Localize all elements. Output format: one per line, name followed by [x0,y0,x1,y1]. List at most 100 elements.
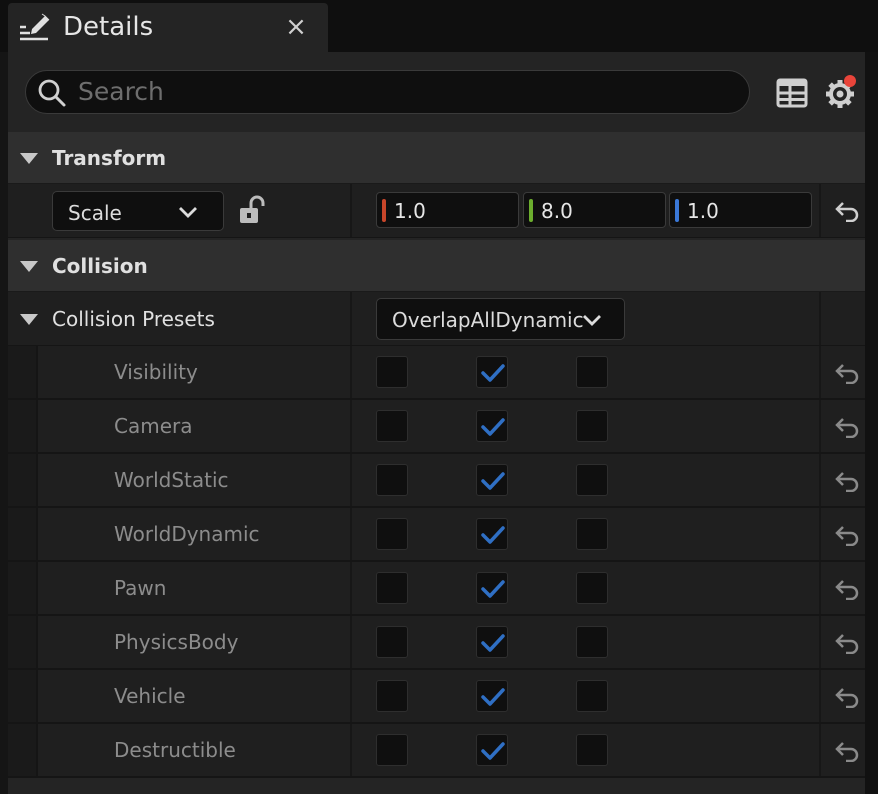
column-divider [819,508,821,560]
channel-label: Vehicle [114,684,186,708]
response-checkbox-ignore[interactable] [376,734,408,766]
checkmark-icon [481,634,505,652]
channel-label: PhysicsBody [114,630,239,654]
chevron-down-icon [583,315,601,326]
column-divider [350,508,352,560]
response-checkbox-ignore[interactable] [376,464,408,496]
indent-bar [8,670,38,722]
collapse-arrow-icon[interactable] [20,261,38,272]
column-divider [350,400,352,452]
indent-bar [8,346,38,398]
collision-presets-row: Collision Presets OverlapAllDynamic [8,292,865,346]
response-checkbox-overlap[interactable] [476,356,508,388]
response-checkbox-block[interactable] [576,680,608,712]
collision-presets-dropdown[interactable]: OverlapAllDynamic [376,298,625,340]
response-checkbox-ignore[interactable] [376,680,408,712]
search-icon [38,79,66,107]
reset-to-default-icon[interactable] [834,740,860,762]
response-checkbox-overlap[interactable] [476,626,508,658]
details-panel: Search Transform Scale 1.0 8.0 1.0 Colli… [8,52,865,794]
response-checkbox-ignore[interactable] [376,356,408,388]
checkmark-icon [481,526,505,544]
response-checkbox-block[interactable] [576,356,608,388]
collision-channel-row: Vehicle [8,670,865,724]
section-transform-header[interactable]: Transform [8,132,865,184]
reset-to-default-icon[interactable] [834,686,860,708]
channel-label: Visibility [114,360,198,384]
scale-y-field[interactable]: 8.0 [523,192,666,228]
response-checkbox-overlap[interactable] [476,464,508,496]
column-divider [350,724,352,776]
search-input[interactable]: Search [25,70,750,114]
response-checkbox-ignore[interactable] [376,626,408,658]
column-divider [819,184,821,237]
channel-label: Destructible [114,738,236,762]
response-checkbox-ignore[interactable] [376,572,408,604]
chevron-down-icon [179,207,197,218]
column-divider [350,454,352,506]
reset-to-default-icon[interactable] [834,362,860,384]
reset-to-default-icon[interactable] [834,470,860,492]
channel-label: Camera [114,414,193,438]
details-window: Details × Search Transform Scale 1.0 8.0… [0,0,878,794]
scale-x-field[interactable]: 1.0 [376,192,519,228]
checkmark-icon [481,742,505,760]
response-checkbox-ignore[interactable] [376,518,408,550]
indent-bar [8,400,38,452]
section-collision-header[interactable]: Collision [8,240,865,292]
response-checkbox-ignore[interactable] [376,410,408,442]
section-title-transform: Transform [52,146,167,170]
property-matrix-icon[interactable] [776,76,808,110]
column-divider [819,346,821,398]
scrollbar[interactable] [865,52,878,794]
transform-scale-row: Scale 1.0 8.0 1.0 [8,184,865,238]
response-checkbox-overlap[interactable] [476,734,508,766]
panel-bottom-edge [8,778,865,794]
z-axis-stripe [675,199,679,222]
response-checkbox-overlap[interactable] [476,572,508,604]
column-divider [819,454,821,506]
column-divider [819,670,821,722]
expand-arrow-icon[interactable] [20,314,38,325]
section-title-collision: Collision [52,254,148,278]
response-checkbox-overlap[interactable] [476,518,508,550]
response-checkbox-block[interactable] [576,410,608,442]
details-tab[interactable]: Details × [8,3,328,52]
column-divider [350,346,352,398]
column-divider [350,292,352,345]
response-checkbox-block[interactable] [576,518,608,550]
checkmark-icon [481,418,505,436]
response-checkbox-block[interactable] [576,464,608,496]
settings-gear-icon[interactable] [823,74,859,110]
collision-channel-row: Camera [8,400,865,454]
transform-mode-dropdown[interactable]: Scale [52,191,224,231]
indent-bar [8,616,38,668]
reset-to-default-icon[interactable] [834,632,860,654]
scale-x-value: 1.0 [394,199,426,223]
checkmark-icon [481,472,505,490]
indent-bar [8,562,38,614]
column-divider [819,724,821,776]
collapse-arrow-icon[interactable] [20,153,38,164]
channel-label: WorldDynamic [114,522,260,546]
column-divider [350,184,352,237]
reset-to-default-icon[interactable] [834,578,860,600]
scale-z-field[interactable]: 1.0 [669,192,812,228]
reset-to-default-icon[interactable] [834,524,860,546]
search-placeholder: Search [78,77,164,106]
unlock-icon[interactable] [236,194,268,226]
tab-strip: Details × [0,0,878,52]
response-checkbox-block[interactable] [576,734,608,766]
reset-to-default-icon[interactable] [834,416,860,438]
scale-z-value: 1.0 [687,199,719,223]
response-checkbox-overlap[interactable] [476,410,508,442]
reset-to-default-icon[interactable] [834,200,860,222]
response-checkbox-block[interactable] [576,572,608,604]
response-checkbox-overlap[interactable] [476,680,508,712]
checkmark-icon [481,688,505,706]
column-divider [819,292,821,345]
collision-channel-row: WorldStatic [8,454,865,508]
response-checkbox-block[interactable] [576,626,608,658]
edit-icon [20,13,50,41]
close-icon[interactable]: × [281,12,311,42]
